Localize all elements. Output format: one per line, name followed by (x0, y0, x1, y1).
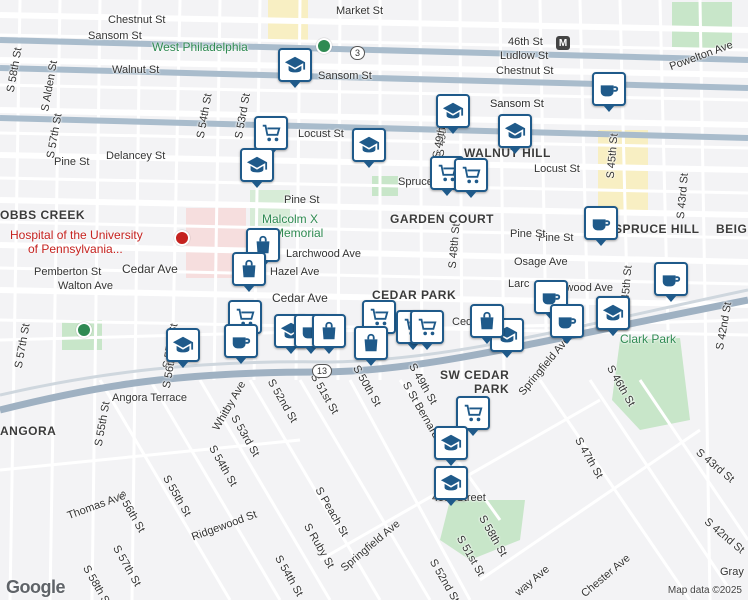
coffee-marker-icon[interactable] (592, 72, 626, 112)
street-label: Larchwood Ave (286, 248, 362, 260)
street-label: Cedar Ave (122, 262, 178, 276)
poi-label: Malcolm X (262, 212, 319, 226)
cart-marker-icon[interactable] (254, 116, 288, 156)
school-marker-icon[interactable] (596, 296, 630, 336)
school-marker-icon[interactable] (166, 328, 200, 368)
poi-label: West Philadelphia (152, 40, 248, 54)
school-marker-icon[interactable] (498, 114, 532, 154)
bag-marker-icon[interactable] (470, 304, 504, 344)
school-marker-icon[interactable] (436, 94, 470, 134)
street-label: Sansom St (88, 30, 142, 42)
street-label: Pine St (54, 156, 90, 168)
street-label: Hazel Ave (270, 266, 320, 278)
street-label: Locust St (298, 128, 344, 140)
neighborhood-label: GARDEN COURT (390, 212, 494, 226)
street-label: Sansom St (490, 98, 544, 110)
street-label: Ludlow St (500, 50, 549, 62)
map-canvas[interactable]: Market St Chestnut St Sansom St Sansom S… (0, 0, 748, 600)
neighborhood-label: OBBS CREEK (0, 208, 86, 222)
coffee-marker-icon[interactable] (550, 304, 584, 344)
google-logo: Google (6, 577, 66, 597)
park-poi-icon[interactable] (76, 322, 92, 338)
neighborhood-label: BEIG (716, 222, 748, 236)
street-label: Gray (720, 566, 744, 578)
street-label: Walnut St (112, 64, 160, 76)
neighborhood-label: ANGORA (0, 424, 57, 438)
street-label: Locust St (534, 163, 580, 175)
coffee-marker-icon[interactable] (584, 206, 618, 246)
street-label: Market St (336, 5, 384, 17)
route-shield: 13 (312, 364, 333, 378)
neighborhood-label: SW CEDAR (440, 368, 510, 382)
bag-marker-icon[interactable] (312, 314, 346, 354)
bag-marker-icon[interactable] (354, 326, 388, 366)
street-label: Angora Terrace (112, 392, 188, 404)
route-shield: 3 (350, 46, 366, 60)
street-label: Osage Ave (514, 256, 568, 268)
street-label: Delancey St (106, 150, 166, 162)
bag-marker-icon[interactable] (232, 252, 266, 292)
school-marker-icon[interactable] (434, 426, 468, 466)
poi-label: Memorial (274, 226, 324, 240)
metro-station-icon[interactable]: M (556, 36, 570, 50)
neighborhood-label: SPRUCE HILL (614, 222, 700, 236)
coffee-marker-icon[interactable] (654, 262, 688, 302)
street-label: Walton Ave (58, 280, 114, 292)
poi-label: Clark Park (620, 332, 677, 346)
hospital-poi-icon[interactable] (174, 230, 190, 246)
park-poi-icon[interactable] (316, 38, 332, 54)
neighborhood-label: PARK (474, 382, 510, 396)
hospital-label: Hospital of the University (10, 228, 143, 242)
school-marker-icon[interactable] (434, 466, 468, 506)
coffee-marker-icon[interactable] (224, 324, 258, 364)
street-label: Larc (508, 278, 530, 290)
cart-marker-icon[interactable] (454, 158, 488, 198)
street-label: Chestnut St (496, 65, 554, 77)
school-marker-icon[interactable] (278, 48, 312, 88)
street-label: Pine St (284, 194, 320, 206)
school-marker-icon[interactable] (240, 148, 274, 188)
hospital-label: of Pennsylvania... (28, 242, 123, 256)
street-label: 46th St (508, 36, 543, 48)
map-attribution: Map data ©2025 (667, 585, 742, 596)
cart-marker-icon[interactable] (456, 396, 490, 436)
street-label: Pine St (510, 228, 546, 240)
street-label: Sansom St (318, 70, 372, 82)
street-label: Cedar Ave (272, 291, 328, 305)
street-label: Chestnut St (108, 14, 166, 26)
cart-marker-icon[interactable] (410, 310, 444, 350)
school-marker-icon[interactable] (352, 128, 386, 168)
street-label: Pemberton St (34, 266, 102, 278)
